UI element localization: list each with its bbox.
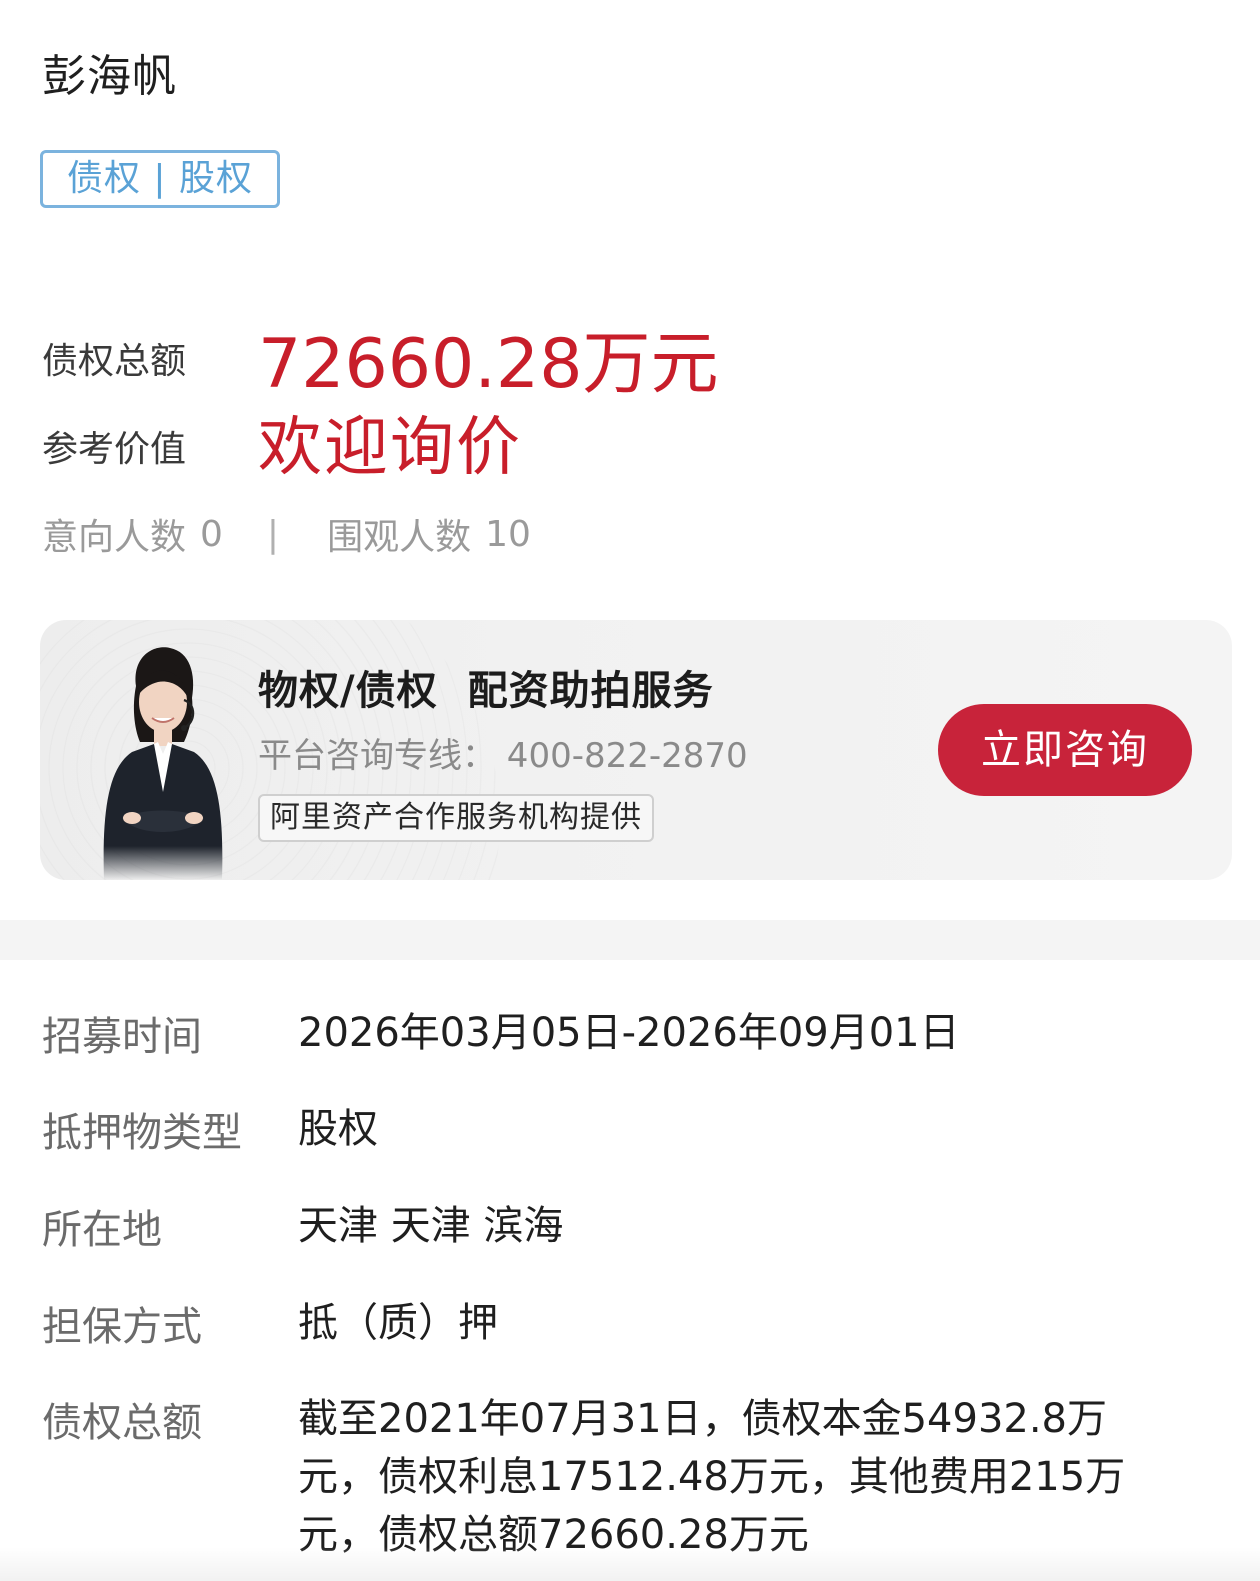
section-divider bbox=[0, 920, 1260, 960]
detail-value: 抵（质）押 bbox=[298, 1300, 498, 1346]
detail-label: 债权总额 bbox=[42, 1400, 202, 1446]
stats-bar: 意向人数 0 | 围观人数 10 bbox=[42, 508, 531, 560]
provider-badge: 阿里资产合作服务机构提供 bbox=[258, 794, 654, 842]
asset-detail-page: 彭海帆 债权 | 股权 债权总额 72660.28万元 参考价值 欢迎询价 意向… bbox=[0, 0, 1260, 1581]
detail-label: 担保方式 bbox=[42, 1304, 202, 1350]
intent-count: 0 bbox=[200, 513, 223, 555]
service-title: 物权/债权 配资助拍服务 bbox=[258, 658, 714, 716]
service-title-category: 物权/债权 bbox=[258, 668, 438, 714]
view-count: 10 bbox=[485, 513, 531, 555]
consult-now-button[interactable]: 立即咨询 bbox=[938, 704, 1192, 796]
page-title: 彭海帆 bbox=[42, 51, 177, 102]
hotline-text[interactable]: 平台咨询专线： 400-822-2870 bbox=[258, 728, 748, 777]
customer-service-agent-avatar-icon bbox=[103, 647, 223, 880]
bottom-fade bbox=[0, 1547, 1260, 1581]
detail-value: 天津 天津 滨海 bbox=[298, 1203, 564, 1249]
intent-count-label: 意向人数 bbox=[42, 517, 187, 558]
detail-label: 抵押物类型 bbox=[42, 1110, 242, 1156]
detail-value: 截至2021年07月31日，债权本金54932.8万元，债权利息17512.48… bbox=[298, 1396, 1126, 1558]
category-tag: 债权 | 股权 bbox=[40, 150, 280, 208]
reference-value-label: 参考价值 bbox=[42, 429, 187, 470]
amount-value: 72660.28万元 bbox=[258, 325, 719, 404]
service-title-name: 配资助拍服务 bbox=[467, 668, 714, 714]
detail-label: 招募时间 bbox=[42, 1014, 202, 1060]
stats-separator: | bbox=[266, 513, 280, 555]
view-count-label: 围观人数 bbox=[327, 517, 472, 558]
auction-service-card[interactable]: 物权/债权 配资助拍服务 平台咨询专线： 400-822-2870 阿里资产合作服… bbox=[40, 620, 1232, 880]
detail-value: 2026年03月05日-2026年09月01日 bbox=[298, 1010, 960, 1056]
detail-value: 股权 bbox=[298, 1106, 378, 1152]
amount-label: 债权总额 bbox=[42, 341, 187, 382]
detail-label: 所在地 bbox=[42, 1207, 162, 1253]
reference-value: 欢迎询价 bbox=[258, 411, 522, 485]
